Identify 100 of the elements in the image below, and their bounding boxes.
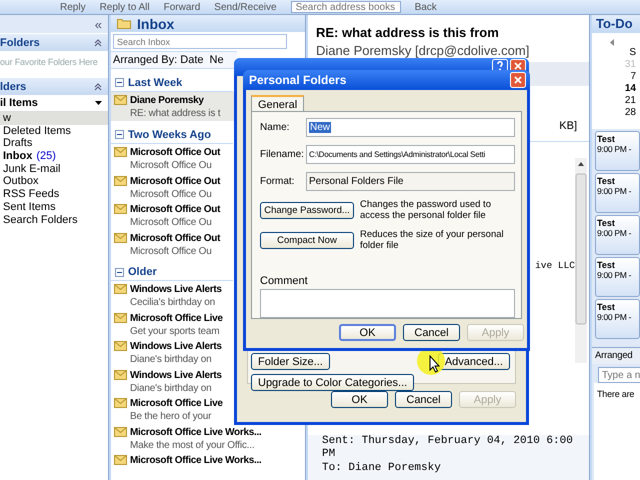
message-item[interactable]: Microsoft Office Live Works...	[111, 452, 299, 480]
upgrade-button[interactable]: Upgrade to Color Categories...	[251, 374, 414, 391]
field-label: Comment	[260, 275, 309, 287]
message-preview: Microsoft Office Ou	[130, 188, 213, 200]
envelope-icon	[114, 370, 127, 380]
appointment[interactable]: Test 9:00 PM -	[595, 257, 640, 297]
previous-icon	[610, 39, 614, 46]
close-icon	[510, 72, 526, 88]
appointment-time: 9:00 PM -	[597, 186, 632, 196]
header-line: Sent: Thursday, February 04, 2010 6:00	[322, 434, 574, 447]
folder-item[interactable]: Outbox	[0, 175, 108, 188]
field-label: Name:	[260, 122, 290, 133]
message-preview: Microsoft Office Ou	[130, 160, 213, 172]
message-item[interactable]: Microsoft Office Out Microsoft Office Ou	[111, 144, 236, 173]
collapse-icon	[94, 38, 102, 46]
appointment[interactable]: Test 9:00 PM -	[595, 299, 640, 339]
message-preview: Diane's birthday on	[130, 382, 212, 394]
input-field[interactable]: Personal Folders File	[306, 172, 515, 191]
message-text: ive LLC	[535, 260, 575, 271]
message-item[interactable]: Windows Live Alerts Diane's birthday on	[111, 338, 236, 367]
group-label: Older	[128, 266, 157, 278]
message-preview: Microsoft Office Ou	[130, 217, 213, 228]
toolbar-button[interactable]: Reply	[60, 2, 86, 12]
search-field[interactable]: Search Inbox	[113, 34, 287, 49]
appointment[interactable]: Test 9:00 PM -	[595, 215, 640, 255]
section-label: il Items	[0, 97, 38, 109]
appointment-title: Test	[597, 176, 616, 186]
calendar-day[interactable]: 14	[624, 83, 636, 94]
message-item[interactable]: Microsoft Office Out Microsoft Office Ou	[111, 230, 236, 258]
tab[interactable]: General	[251, 95, 304, 111]
appointment-time: 9:00 PM -	[597, 312, 632, 322]
compact-now-button[interactable]: Compact Now	[260, 232, 354, 249]
toolbar-button[interactable]: Send/Receive	[214, 2, 277, 12]
dialog-button[interactable]: Cancel	[395, 391, 452, 408]
folder-size-button[interactable]: Folder Size...	[251, 353, 330, 370]
message-sender: Diane Poremsky	[130, 95, 205, 106]
message-item[interactable]: Diane Poremsky RE: what address is t	[111, 92, 236, 121]
toolbar-button[interactable]: Reply to All	[100, 2, 150, 12]
envelope-icon	[114, 426, 127, 437]
message-preview: Be the hero of your	[130, 411, 212, 422]
header-line: To: Diane Poremsky	[322, 462, 442, 474]
collapse-icon	[94, 82, 102, 90]
message-item[interactable]: Microsoft Office Out Microsoft Office Ou	[111, 201, 236, 230]
message-sender: Diane Poremsky [drcp@cdolive.com]	[315, 42, 530, 58]
message-item[interactable]: Microsoft Office Live Be the hero of your	[111, 395, 236, 424]
dialog-button[interactable]: Cancel	[403, 324, 460, 341]
calendar-day[interactable]: 28	[624, 107, 636, 118]
folder-item[interactable]: Deleted Items	[0, 124, 108, 138]
envelope-icon	[114, 341, 127, 352]
appointment[interactable]: Test 9:00 PM -	[595, 131, 640, 171]
message-sender: Microsoft Office Live	[130, 312, 223, 324]
toolbar-button[interactable]: Forward	[164, 2, 200, 12]
change-password-button[interactable]: Change Password...	[260, 202, 354, 219]
task-input[interactable]: Type a n	[598, 367, 640, 383]
envelope-icon	[114, 232, 127, 243]
message-item[interactable]: Microsoft Office Live Works... Make the most of your Offic...	[111, 424, 299, 452]
message-sender: Microsoft Office Live Works...	[130, 426, 262, 438]
column-header[interactable]: Arranged By: Date	[113, 52, 204, 68]
message-item[interactable]: Microsoft Office Live Get your sports team	[111, 310, 236, 338]
envelope-icon	[114, 176, 127, 186]
folder-item[interactable]: w	[0, 112, 108, 125]
input-field[interactable]: New	[306, 118, 515, 137]
folder-item[interactable]: Inbox (25)	[0, 150, 108, 163]
message-size: KB]	[559, 120, 577, 132]
dialog-button[interactable]: OK	[331, 391, 388, 408]
folder-item[interactable]: Search Folders	[0, 214, 108, 226]
appointment-time: 9:00 PM -	[597, 144, 632, 154]
calendar-day[interactable]: 21	[624, 95, 636, 106]
message-preview: Get your sports team	[130, 326, 220, 337]
envelope-icon	[114, 95, 127, 106]
description-text: Changes the password used to access the personal folder file	[360, 199, 492, 221]
folder-item[interactable]: Sent Items	[0, 200, 108, 214]
input-field[interactable]: C:\Documents and Settings\Administrator\Local Setti	[306, 145, 515, 164]
column-header[interactable]: Ne	[210, 52, 224, 68]
column-header[interactable]: Arranged	[592, 347, 640, 364]
dropdown-icon	[95, 101, 102, 105]
collapse-button[interactable]: «	[94, 16, 102, 32]
envelope-icon	[114, 147, 127, 158]
dialog-button[interactable]: OK	[339, 324, 396, 341]
comment-field[interactable]	[260, 289, 515, 318]
group-header[interactable]: Older	[111, 264, 233, 282]
appointment-title: Test	[597, 134, 616, 144]
group-label: Last Week	[128, 76, 182, 89]
message-sender: Microsoft Office Out	[130, 147, 220, 158]
group-header[interactable]: Two Weeks Ago	[111, 126, 233, 144]
folder-item[interactable]: RSS Feeds	[0, 188, 108, 201]
appointment[interactable]: Test 9:00 PM -	[595, 173, 640, 213]
folder-item[interactable]: Junk E-mail	[0, 162, 108, 176]
folder-item[interactable]: Drafts	[0, 137, 108, 150]
calendar-day[interactable]: 7	[630, 71, 636, 82]
search-field[interactable]: Search address books	[290, 1, 401, 13]
collapse-icon	[115, 78, 124, 88]
hint-text: our Favorite Folders Here	[0, 56, 99, 69]
message-sender: Microsoft Office Out	[130, 232, 220, 244]
message-item[interactable]: Microsoft Office Out Microsoft Office Ou	[111, 172, 236, 202]
message-item[interactable]: Windows Live Alerts Cecilia's birthday on	[111, 281, 236, 310]
message-item[interactable]: Windows Live Alerts Diane's birthday on	[111, 366, 236, 396]
collapse-icon	[115, 268, 124, 277]
back-button[interactable]: Back	[414, 2, 437, 12]
message-preview: Cecilia's birthday on	[130, 297, 216, 308]
